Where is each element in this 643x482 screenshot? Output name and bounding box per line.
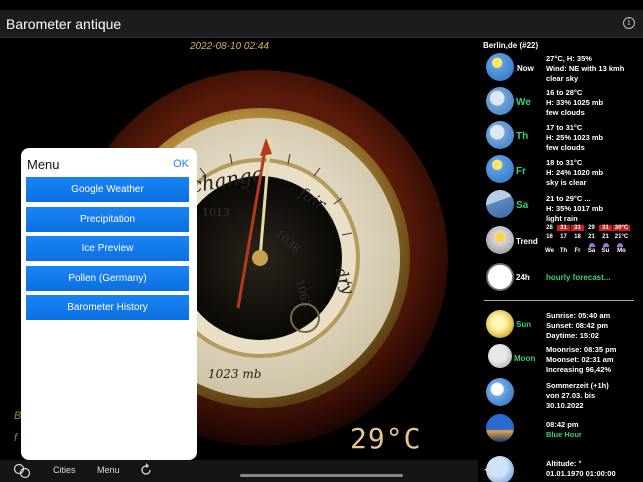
- temperature-display: 29°C: [350, 422, 422, 455]
- clock-icon[interactable]: [486, 263, 514, 291]
- tab-menu[interactable]: Menu: [97, 465, 120, 475]
- altitude-text: Altitude: ° 01.01.1970 01:00:00: [546, 459, 616, 478]
- trend-low: 18: [574, 234, 581, 240]
- menu-item-pollen[interactable]: Pollen (Germany): [26, 266, 189, 291]
- trend-high: 31: [557, 225, 570, 231]
- trend-high: 30°C: [613, 225, 630, 231]
- day-text-fr: 18 to 31°C H: 24% 1020 mb sky is clear: [546, 158, 604, 187]
- title-bar: Barometer antique i: [0, 10, 643, 38]
- cloud-weather-icon: [486, 121, 514, 149]
- trend-day: Fr: [574, 248, 581, 254]
- day-text-we: 16 to 28°C H: 33% 1025 mb few clouds: [546, 88, 604, 117]
- trend-label: Trend: [516, 237, 538, 246]
- rain-marker: [589, 243, 595, 247]
- trend-low: 16: [546, 234, 553, 240]
- app-title: Barometer antique: [6, 16, 122, 32]
- divider: [484, 300, 634, 301]
- city-label: Berlin,de (#22): [483, 41, 539, 50]
- trend-day: Sa: [587, 248, 596, 254]
- trend-low: 21: [602, 234, 609, 240]
- trend-icon: [486, 226, 514, 254]
- daylight-saving-icon: [486, 378, 514, 406]
- menu-title: Menu: [27, 157, 60, 172]
- collapse-arrow-icon[interactable]: ◀: [484, 464, 491, 475]
- dial-1013-label: 1013: [202, 206, 230, 219]
- day-label-we: We: [516, 97, 531, 108]
- info-icon[interactable]: i: [623, 17, 635, 29]
- menu-ok-button[interactable]: OK: [173, 158, 189, 170]
- trend-day: We: [545, 248, 554, 254]
- datetime-label: 2022-08-10 02:44: [190, 41, 269, 52]
- day-text-th: 17 to 31°C H: 25% 1023 mb few clouds: [546, 123, 604, 152]
- hourly-label: 24h: [516, 273, 530, 282]
- cloud-weather-icon: [486, 87, 514, 115]
- status-bar: [0, 0, 643, 10]
- trend-high: 31: [571, 225, 584, 231]
- tab-bar: Cities Menu: [0, 460, 478, 482]
- forecast-panel: Berlin,de (#22) Now 27°C, H: 35% Wind: N…: [478, 38, 643, 482]
- blue-hour-time: 08:42 pm: [546, 420, 579, 429]
- menu-item-barometer-history[interactable]: Barometer History: [26, 295, 189, 320]
- blue-hour-icon: [486, 414, 514, 442]
- trend-low: 21°C: [614, 234, 629, 240]
- menu-item-google-weather[interactable]: Google Weather: [26, 177, 189, 202]
- dst-text: Sommerzeit (+1h) von 27.03. bis 30.10.20…: [546, 381, 609, 410]
- trend-low: 17: [560, 234, 567, 240]
- day-label-fr: Fr: [516, 166, 526, 177]
- trend-high: 29: [588, 225, 595, 231]
- day-text-sa: 21 to 29°C ... H: 35% 1017 mb light rain: [546, 194, 604, 223]
- now-label: Now: [517, 64, 534, 73]
- trend-low: 21: [588, 234, 595, 240]
- dial-unit-label: 1023 mb: [208, 367, 261, 381]
- blue-hour-label: Blue Hour: [546, 430, 582, 439]
- moon-label: Moon: [514, 354, 536, 363]
- sun-weather-icon: [486, 53, 514, 81]
- trend-day: Th: [559, 248, 568, 254]
- rain-marker: [617, 243, 623, 247]
- moon-text: Moonrise: 08:35 pm Moonset: 02:31 am Inc…: [546, 345, 617, 374]
- menu-popover: Menu OK Google Weather Precipitation Ice…: [21, 148, 197, 460]
- sun-label: Sun: [516, 320, 532, 329]
- trend-high: 31: [599, 225, 612, 231]
- rain-weather-icon: [486, 190, 514, 218]
- hourly-forecast-link[interactable]: hourly forecast...: [546, 273, 610, 282]
- day-label-th: Th: [516, 131, 529, 142]
- menu-item-ice-preview[interactable]: Ice Preview: [26, 236, 189, 261]
- moon-icon: [488, 344, 512, 368]
- trend-day: Su: [601, 248, 610, 254]
- sun-icon: [486, 310, 514, 338]
- settings-icon[interactable]: [12, 463, 32, 479]
- day-label-sa: Sa: [516, 200, 529, 211]
- now-text: 27°C, H: 35% Wind: NE with 13 kmh clear …: [546, 54, 625, 83]
- refresh-icon[interactable]: [139, 463, 153, 477]
- rain-marker: [603, 243, 609, 247]
- home-indicator: [240, 474, 403, 477]
- left-hint-2: f: [14, 432, 18, 444]
- trend-high: 28: [546, 225, 553, 231]
- tab-cities[interactable]: Cities: [53, 465, 76, 475]
- sun-text: Sunrise: 05:40 am Sunset: 08:42 pm Dayti…: [546, 311, 611, 340]
- menu-item-precipitation[interactable]: Precipitation: [26, 207, 189, 232]
- trend-day: Mo: [617, 248, 626, 254]
- sun-weather-icon: [486, 155, 514, 183]
